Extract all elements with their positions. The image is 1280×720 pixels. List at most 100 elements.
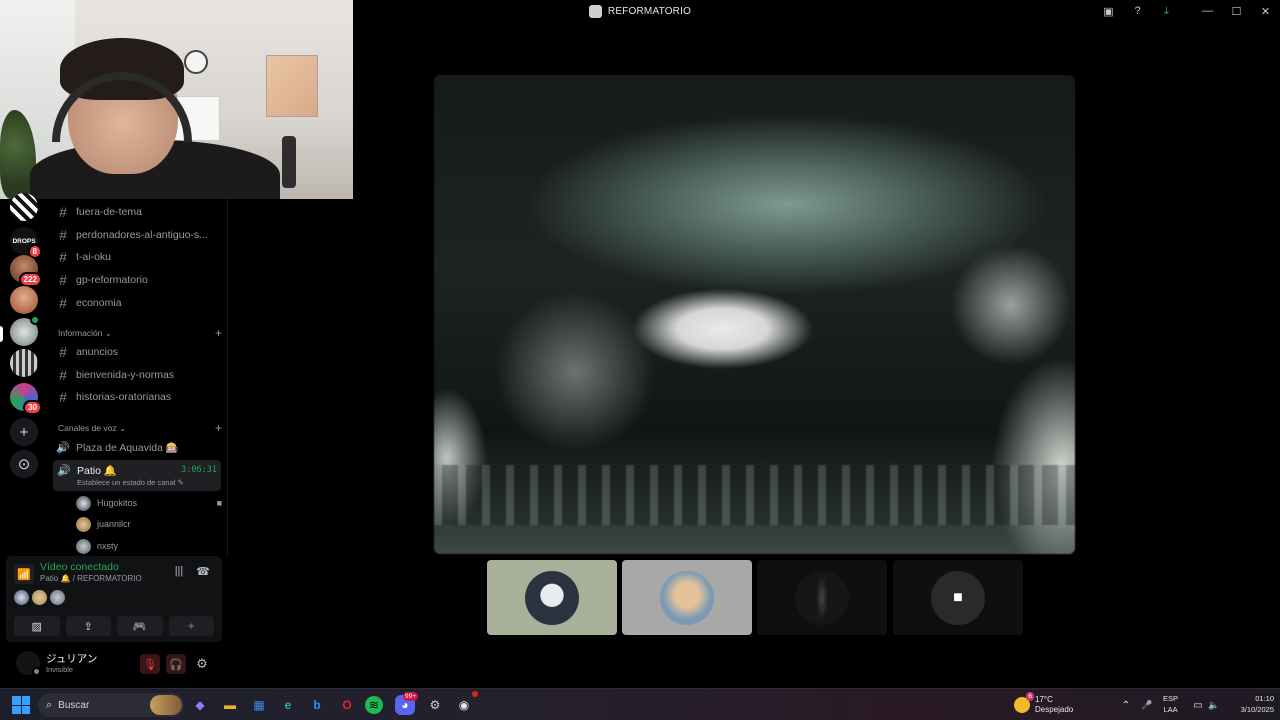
window-title-text: REFORMATORIO [607, 5, 692, 17]
opera-icon[interactable]: O [336, 694, 358, 716]
hash-icon: # [59, 389, 67, 405]
status-indicator [32, 667, 41, 676]
voice-user-nxsty[interactable]: nxsty [76, 536, 222, 556]
server-6-icon[interactable] [10, 349, 38, 377]
recording-dot [472, 691, 478, 697]
steam-icon[interactable]: ⚙ [424, 694, 446, 716]
microphone-icon[interactable]: 🎤 [1139, 693, 1155, 717]
voice-avatars [14, 590, 65, 605]
hash-icon: # [59, 295, 67, 311]
channel-historias-oratorianas[interactable]: # historias-oratorianas [54, 386, 222, 408]
avatar[interactable] [32, 590, 47, 605]
copilot-icon[interactable]: ◆ [189, 694, 211, 716]
window-controls: ▣ ? ⤓ — ☐ ✕ [1094, 0, 1280, 22]
voice-user-name: nxsty [97, 541, 119, 551]
channel-fuera-de-tema[interactable]: # fuera-de-tema [54, 201, 222, 223]
add-channel-icon[interactable]: + [215, 421, 222, 435]
user-status: Invisible [46, 665, 74, 674]
layout-code: LAA [1163, 705, 1178, 714]
signal-icon[interactable]: 📶 [14, 564, 34, 584]
spotify-icon[interactable]: ≋ [365, 696, 383, 714]
explore-servers-button[interactable]: ⊙ [10, 450, 38, 478]
channel-gp-reformatorio[interactable]: # gp-reformatorio [54, 269, 222, 291]
share-screen-button[interactable]: ⇪ [65, 616, 111, 636]
add-server-button[interactable]: + [10, 418, 38, 446]
hash-icon: # [59, 204, 67, 220]
windows-start-icon[interactable] [12, 696, 30, 714]
help-icon[interactable]: ? [1123, 0, 1152, 22]
search-highlight-image [150, 695, 182, 715]
volume-icon[interactable]: 🔈 [1206, 693, 1222, 717]
minimize-button[interactable]: — [1193, 0, 1222, 22]
soundboard-button[interactable]: ✦ [168, 616, 214, 636]
file-explorer-icon[interactable]: ▬ [219, 694, 241, 716]
channel-label: gp-reformatorio [76, 274, 148, 286]
participant-avatar [660, 570, 714, 625]
voice-user-juannilcr[interactable]: juannilcr [76, 514, 222, 534]
noise-suppression-icon[interactable]: ||| [170, 565, 188, 581]
window-title: REFORMATORIO [588, 4, 692, 18]
category-informacion[interactable]: Información ⌄ + [58, 325, 222, 341]
obs-icon[interactable]: ◉ [453, 691, 478, 716]
participant-tile-2[interactable] [622, 560, 752, 635]
server-5-icon[interactable] [10, 315, 40, 346]
inbox-icon[interactable]: ▣ [1094, 0, 1123, 22]
voice-channel-plaza[interactable]: 🔊 Plaza de Aquavida 🎰 [54, 436, 222, 458]
tray-chevron-icon[interactable]: ⌃ [1118, 693, 1134, 717]
network-icon[interactable]: ▭ [1190, 693, 1206, 717]
disconnect-icon[interactable]: ☎ [194, 565, 212, 581]
webcam-overlay [0, 0, 353, 199]
store-icon[interactable]: ▦ [248, 694, 270, 716]
call-timer: 3:06:31 [181, 465, 217, 475]
server-7-icon[interactable]: 30 [10, 383, 42, 415]
taskbar-search[interactable]: ⌕ Buscar [38, 693, 184, 717]
bing-icon[interactable]: b [306, 694, 328, 716]
category-canales-de-voz[interactable]: Canales de voz ⌄ + [58, 420, 222, 436]
channel-status[interactable]: Establece un estado de canal ✎ [77, 478, 184, 487]
channel-label: historias-oratorianas [76, 391, 172, 403]
channel-label: t-ai-oku [76, 251, 112, 263]
server-3-badge: 222 [18, 272, 42, 287]
download-icon[interactable]: ⤓ [1152, 0, 1181, 22]
channel-perdonadores[interactable]: # perdonadores-al-antiguo-s... [54, 224, 222, 246]
voice-status-subtitle[interactable]: Patio 🔔 / REFORMATORIO [40, 574, 142, 583]
voice-channel-patio[interactable]: 🔊 Patio 🔔 3:06:31 Establece un estado de… [53, 460, 221, 491]
channel-bienvenida-y-normas[interactable]: # bienvenida-y-normas [54, 364, 222, 386]
voice-action-buttons: ▨ ⇪ 🎮 ✦ [14, 616, 214, 636]
weather-widget[interactable]: 6 17°C Despejado [1014, 692, 1073, 717]
input-language[interactable]: ESP LAA [1163, 693, 1178, 715]
server-drops-icon[interactable]: DROPS 8 [10, 227, 42, 259]
windows-taskbar: ⌕ Buscar ◆ ▬ ▦ e b O ≋ ◕ 99+ ⚙ ◉ 6 17°C … [0, 688, 1280, 720]
maximize-button[interactable]: ☐ [1222, 0, 1251, 22]
user-name[interactable]: ジュリアン [46, 651, 97, 666]
close-button[interactable]: ✕ [1251, 0, 1280, 22]
taskbar-clock[interactable]: 01:10 3/10/2025 [1224, 693, 1274, 715]
camera-off-button[interactable]: ▨ [14, 616, 60, 636]
channel-t-ai-oku[interactable]: # t-ai-oku [54, 246, 222, 268]
add-channel-icon[interactable]: + [215, 326, 222, 340]
deafen-button[interactable]: 🎧 [166, 654, 186, 674]
hash-icon: # [59, 367, 67, 383]
video-blur-detail [434, 465, 1075, 525]
avatar[interactable] [14, 590, 29, 605]
channel-economia[interactable]: # economia [54, 292, 222, 314]
obs-glyph: ◉ [458, 698, 470, 712]
activities-button[interactable]: 🎮 [117, 616, 163, 636]
participant-tile-1[interactable] [487, 560, 617, 635]
channel-anuncios[interactable]: # anuncios [54, 341, 222, 363]
server-1-icon[interactable] [10, 193, 38, 221]
server-3-icon[interactable]: 222 [10, 255, 42, 287]
server-4-icon[interactable] [10, 286, 38, 314]
mute-button[interactable]: 🎙 [140, 654, 160, 674]
edge-icon[interactable]: e [277, 694, 299, 716]
participant-tile-4[interactable]: ■ [893, 560, 1023, 635]
discord-icon[interactable]: ◕ 99+ [395, 692, 418, 715]
main-video-stream[interactable] [434, 75, 1075, 554]
avatar[interactable] [50, 590, 65, 605]
participant-tile-3[interactable] [757, 560, 887, 635]
settings-button[interactable]: ⚙ [192, 654, 212, 674]
category-label: Canales de voz ⌄ [58, 422, 127, 433]
webcam-wall-clock [184, 50, 208, 74]
voice-user-hugokitos[interactable]: Hugokitos ■ [76, 493, 222, 513]
discord-badge: 99+ [402, 692, 418, 701]
